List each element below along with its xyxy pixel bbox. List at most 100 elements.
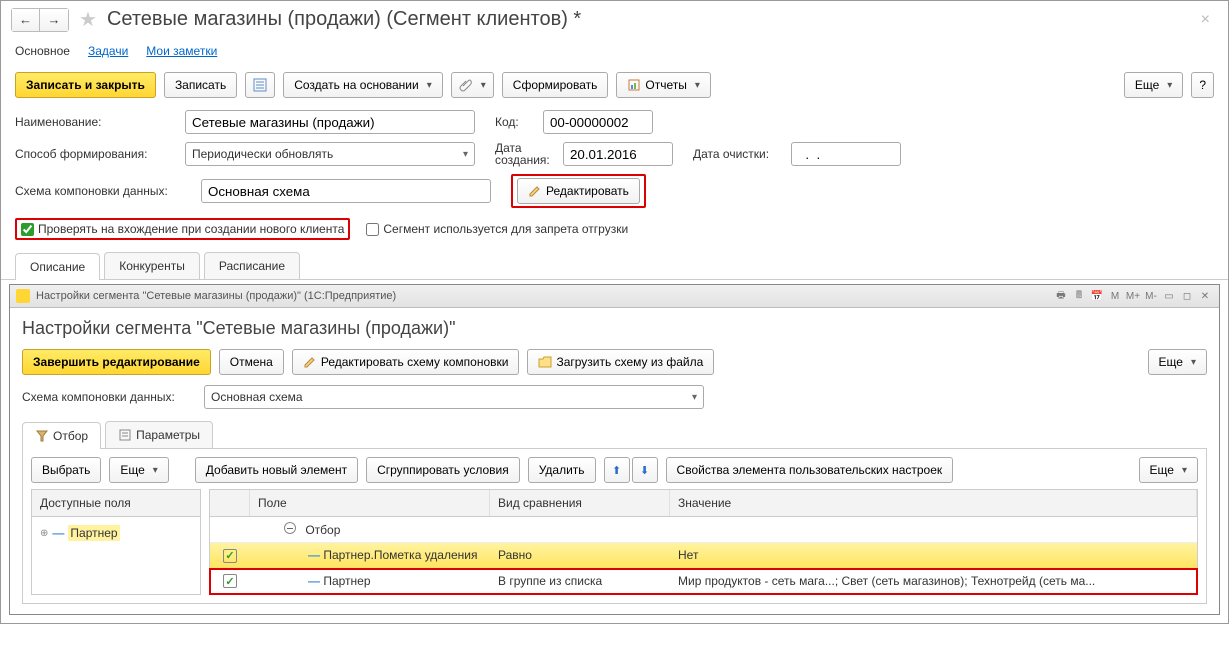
maximize-icon[interactable]: ◻ [1179, 288, 1195, 304]
validate-checkbox-label: Проверять на вхождение при создании ново… [38, 222, 344, 236]
save-button[interactable]: Записать [164, 72, 237, 98]
inner-more-button[interactable]: Еще [1148, 349, 1207, 375]
grid-header-value: Значение [670, 490, 1197, 516]
reports-label: Отчеты [645, 78, 686, 92]
filter-body: Выбрать Еще Добавить новый элемент Сгруп… [22, 449, 1207, 604]
nav-forward-button[interactable]: → [40, 9, 68, 31]
name-input[interactable] [185, 110, 475, 134]
inner-schema-select[interactable]: Основная схема [204, 385, 704, 409]
name-label: Наименование: [15, 115, 177, 129]
edit-composition-schema-button[interactable]: Редактировать схему компоновки [292, 349, 520, 375]
more-button[interactable]: Еще [1124, 72, 1183, 98]
filter-tab-params-label: Параметры [136, 428, 200, 442]
subtab-competitors[interactable]: Конкуренты [104, 252, 200, 279]
code-input[interactable] [543, 110, 653, 134]
main-toolbar: Записать и закрыть Записать Создать на о… [1, 68, 1228, 106]
inner-body: Настройки сегмента "Сетевые магазины (пр… [10, 308, 1219, 614]
inner-toolbar: Завершить редактирование Отмена Редактир… [22, 349, 1207, 375]
inner-titlebar-controls: 🖶 🖩 📅 M M+ M- ▭ ◻ ✕ [1053, 288, 1213, 304]
m-button[interactable]: M [1107, 288, 1123, 304]
ban-checkbox[interactable] [366, 223, 379, 236]
load-schema-from-file-button[interactable]: Загрузить схему из файла [527, 349, 714, 375]
validate-checkbox-highlight: Проверять на вхождение при создании ново… [15, 218, 350, 240]
generate-button[interactable]: Сформировать [502, 72, 609, 98]
grid-row-partner[interactable]: ✓ — Партнер В группе из списка Мир проду… [210, 569, 1197, 595]
m-minus-button[interactable]: M- [1143, 288, 1159, 304]
method-value: Периодически обновлять [192, 147, 333, 161]
reports-button[interactable]: Отчеты [616, 72, 711, 98]
app-1c-icon [16, 289, 30, 303]
row-schema: Схема компоновки данных: Редактировать [1, 170, 1228, 212]
attach-dropdown-button[interactable] [451, 72, 494, 98]
move-down-button[interactable]: ⬇ [632, 457, 658, 483]
save-and-close-button[interactable]: Записать и закрыть [15, 72, 156, 98]
edit-schema-highlight: Редактировать [511, 174, 646, 208]
inner-schema-value: Основная схема [211, 390, 303, 404]
right-more-button[interactable]: Еще [1139, 457, 1198, 483]
filter-tab-params[interactable]: Параметры [105, 421, 213, 448]
delete-button[interactable]: Удалить [528, 457, 596, 483]
calendar-icon[interactable]: 📅 [1089, 288, 1105, 304]
created-input[interactable] [563, 142, 673, 166]
row-checkbox[interactable]: ✓ [223, 574, 237, 588]
row1-cmp: Равно [490, 543, 670, 567]
cancel-button[interactable]: Отмена [219, 349, 284, 375]
tree-row-partner[interactable]: ⊕ — Партнер [40, 525, 192, 541]
available-fields-pane: Доступные поля ⊕ — Партнер [31, 489, 201, 595]
ban-checkbox-label: Сегмент используется для запрета отгрузк… [383, 222, 628, 236]
favorite-star-icon[interactable]: ★ [79, 7, 97, 32]
m-plus-button[interactable]: M+ [1125, 288, 1141, 304]
user-settings-props-button[interactable]: Свойства элемента пользовательских настр… [666, 457, 954, 483]
report-icon [627, 78, 641, 92]
ban-checkbox-wrap: Сегмент используется для запрета отгрузк… [366, 222, 628, 236]
expand-icon[interactable]: ⊕ [40, 528, 48, 539]
print-icon[interactable]: 🖶 [1053, 288, 1069, 304]
grid-row-root[interactable]: Отбор [210, 517, 1197, 543]
add-new-element-button[interactable]: Добавить новый элемент [195, 457, 358, 483]
list-icon-button[interactable] [245, 72, 275, 98]
available-fields-tree: ⊕ — Партнер [32, 517, 200, 549]
group-conditions-button[interactable]: Сгруппировать условия [366, 457, 520, 483]
edit-schema-button[interactable]: Редактировать [517, 178, 640, 204]
subtab-description[interactable]: Описание [15, 253, 100, 280]
move-arrows: ⬆ ⬇ [604, 457, 658, 483]
minimize-icon[interactable]: ▭ [1161, 288, 1177, 304]
segment-settings-window: Настройки сегмента "Сетевые магазины (пр… [9, 284, 1220, 615]
inner-titlebar: Настройки сегмента "Сетевые магазины (пр… [10, 285, 1219, 308]
close-icon[interactable]: × [1193, 11, 1218, 29]
available-fields-header: Доступные поля [32, 490, 200, 517]
tab-tasks[interactable]: Задачи [88, 44, 128, 58]
collapse-icon[interactable] [284, 522, 296, 534]
tab-notes[interactable]: Мои заметки [146, 44, 217, 58]
inner-close-icon[interactable]: ✕ [1197, 288, 1213, 304]
grid-row-deletion-mark[interactable]: ✓ — Партнер.Пометка удаления Равно Нет [210, 543, 1197, 569]
row-name: Наименование: Код: [1, 106, 1228, 138]
filter-tab-selection[interactable]: Отбор [22, 422, 101, 449]
choose-button[interactable]: Выбрать [31, 457, 101, 483]
filter-icon [35, 429, 49, 443]
schema-label: Схема компоновки данных: [15, 184, 193, 198]
cleared-input[interactable] [791, 142, 901, 166]
nav-back-button[interactable]: ← [12, 9, 40, 31]
create-based-on-button[interactable]: Создать на основании [283, 72, 443, 98]
row-checkbox[interactable]: ✓ [223, 549, 237, 563]
subtab-schedule[interactable]: Расписание [204, 252, 300, 279]
calc-icon[interactable]: 🖩 [1071, 288, 1087, 304]
created-label: Дата создания: [495, 142, 555, 166]
code-label: Код: [495, 115, 535, 129]
validate-checkbox[interactable] [21, 223, 34, 236]
left-more-button[interactable]: Еще [109, 457, 168, 483]
filter-tabs: Отбор Параметры [22, 421, 1207, 449]
grid-header: Поле Вид сравнения Значение [210, 490, 1197, 517]
params-icon [118, 428, 132, 442]
finish-editing-button[interactable]: Завершить редактирование [22, 349, 211, 375]
row1-val: Нет [670, 543, 1197, 567]
list-icon [253, 78, 267, 92]
schema-input[interactable] [201, 179, 491, 203]
method-select[interactable]: Периодически обновлять [185, 142, 475, 166]
edit-icon [303, 355, 317, 369]
help-button[interactable]: ? [1191, 72, 1214, 98]
row2-val: Мир продуктов - сеть мага...; Свет (сеть… [670, 569, 1197, 593]
move-up-button[interactable]: ⬆ [604, 457, 630, 483]
tab-main[interactable]: Основное [15, 44, 70, 58]
